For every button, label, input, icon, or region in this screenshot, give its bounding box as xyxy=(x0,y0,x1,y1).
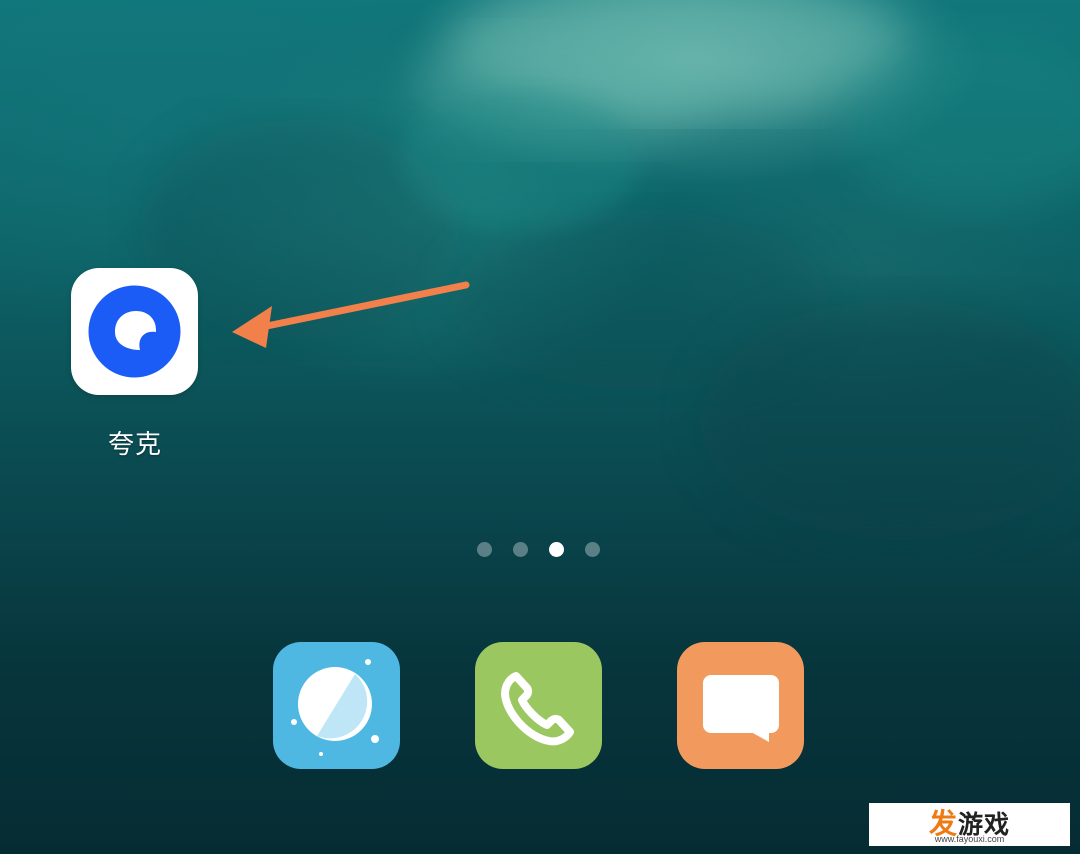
phone-icon xyxy=(501,672,574,746)
watermark: 发游戏 www.fayouxi.com xyxy=(869,803,1070,846)
dock-phone-app[interactable] xyxy=(475,642,602,769)
page-dot[interactable] xyxy=(585,541,600,557)
page-dot-active[interactable] xyxy=(549,541,564,557)
watermark-url: www.fayouxi.com xyxy=(934,834,1005,844)
browser-icon xyxy=(291,659,379,756)
dock-browser-app[interactable] xyxy=(273,642,400,769)
page-indicator xyxy=(477,541,600,557)
page-dot[interactable] xyxy=(513,541,528,557)
dock-messages-app[interactable] xyxy=(677,642,804,769)
messages-icon xyxy=(703,675,779,742)
page-dot[interactable] xyxy=(477,541,492,557)
